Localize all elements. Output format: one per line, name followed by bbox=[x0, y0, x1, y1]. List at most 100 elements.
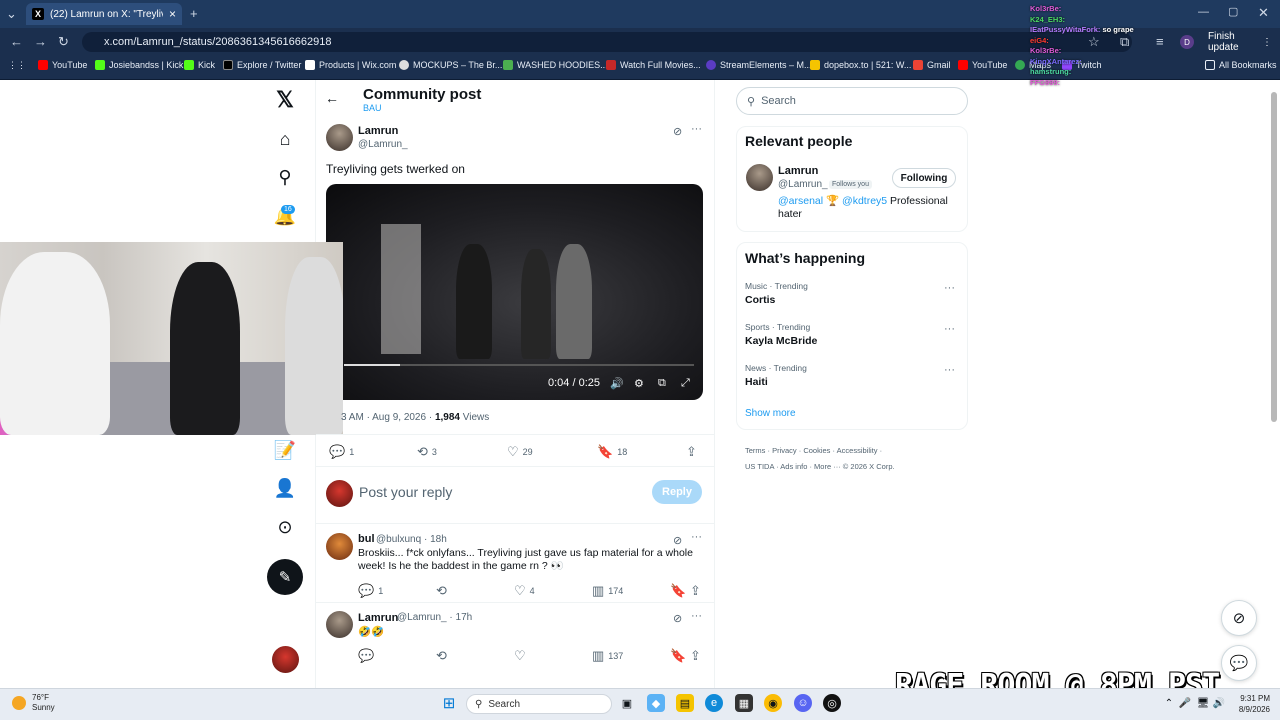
maximize-icon[interactable]: ▢ bbox=[1228, 5, 1238, 18]
back-icon[interactable]: ← bbox=[10, 34, 23, 49]
bookmark-item[interactable]: Explore / Twitter bbox=[223, 60, 301, 70]
taskbar-search[interactable]: ⚲ Search bbox=[466, 694, 612, 714]
bookmark-action[interactable]: 🔖 18 bbox=[597, 444, 627, 460]
reply-author-name[interactable]: Lamrun bbox=[358, 612, 398, 624]
file-explorer-icon[interactable]: ▤ bbox=[676, 694, 694, 712]
like-action[interactable]: ♡ bbox=[514, 648, 526, 664]
bookmark-item[interactable]: YouTube bbox=[958, 60, 1007, 70]
share-action[interactable]: ⇪ bbox=[690, 648, 701, 664]
reply-action[interactable]: 💬 bbox=[358, 648, 374, 664]
x-home-logo-icon[interactable]: 𝕏 bbox=[273, 87, 297, 112]
person-name[interactable]: Lamrun bbox=[778, 165, 818, 177]
following-button[interactable]: Following bbox=[892, 168, 956, 188]
repost-action[interactable]: ⟲ bbox=[436, 583, 447, 599]
reply-input[interactable]: Post your reply bbox=[359, 484, 452, 500]
apps-grid-icon[interactable]: ⋮⋮ bbox=[8, 60, 26, 71]
fullscreen-icon[interactable]: ⤢ bbox=[681, 377, 690, 390]
post-more-icon[interactable]: ··· bbox=[691, 123, 702, 135]
bookmark-action[interactable]: 🔖 bbox=[670, 583, 686, 599]
pip-icon[interactable]: ⧉ bbox=[658, 377, 666, 390]
author-handle[interactable]: @Lamrun_ bbox=[358, 139, 408, 150]
reply-button[interactable]: Reply bbox=[652, 480, 702, 504]
grok-icon[interactable]: ⊘ bbox=[673, 125, 682, 138]
store-icon[interactable]: ▦ bbox=[735, 694, 753, 712]
community-name[interactable]: BAU bbox=[363, 103, 382, 113]
account-avatar[interactable] bbox=[272, 646, 299, 673]
close-tab-icon[interactable]: × bbox=[169, 7, 176, 21]
window-close-icon[interactable]: ✕ bbox=[1258, 5, 1269, 21]
active-tab[interactable]: X (22) Lamrun on X: "Treyliving ge × bbox=[26, 3, 182, 25]
more-options-icon[interactable]: ⊙ bbox=[273, 515, 297, 539]
bookmark-item[interactable]: StreamElements – M... bbox=[706, 60, 812, 70]
author-name[interactable]: Lamrun bbox=[358, 125, 398, 137]
trend-name[interactable]: Cortis bbox=[745, 294, 775, 306]
explore-search-icon[interactable]: ⚲ bbox=[273, 165, 297, 189]
person-avatar[interactable] bbox=[746, 164, 773, 191]
trend-more-icon[interactable]: ··· bbox=[944, 364, 955, 376]
reply-more-icon[interactable]: ··· bbox=[691, 610, 702, 622]
volume-icon[interactable]: 🔊 bbox=[610, 377, 624, 390]
settings-gear-icon[interactable]: ⚙ bbox=[634, 377, 644, 390]
person-handle[interactable]: @Lamrun_ bbox=[778, 179, 828, 190]
taskbar-clock[interactable]: 9:31 PM 8/9/2026 bbox=[1228, 693, 1270, 715]
bookmark-item[interactable]: YouTube bbox=[38, 60, 87, 70]
obs-icon[interactable]: ◎ bbox=[823, 694, 841, 712]
bookmark-item[interactable]: WASHED HOODIES... bbox=[503, 60, 608, 70]
new-tab-icon[interactable]: + bbox=[190, 6, 198, 21]
bookmark-item[interactable]: Josiebandss | Kick bbox=[95, 60, 183, 70]
search-input[interactable]: ⚲ Search bbox=[736, 87, 968, 115]
forward-icon[interactable]: → bbox=[34, 34, 47, 49]
lists-icon[interactable]: 📝 bbox=[273, 438, 297, 462]
menu-dots-icon[interactable]: ⋮ bbox=[1262, 37, 1272, 48]
all-bookmarks[interactable]: All Bookmarks bbox=[1205, 60, 1277, 70]
grok-icon[interactable]: ⊘ bbox=[673, 612, 682, 625]
grok-icon[interactable]: ⊘ bbox=[673, 534, 682, 547]
home-icon[interactable]: ⌂ bbox=[273, 127, 297, 151]
repost-action[interactable]: ⟲ 3 bbox=[417, 444, 437, 460]
page-scrollbar[interactable] bbox=[1271, 92, 1277, 422]
back-arrow-icon[interactable]: ← bbox=[325, 90, 339, 106]
compose-post-button[interactable]: ✎ bbox=[267, 559, 303, 595]
edge-icon[interactable]: e bbox=[705, 694, 723, 712]
share-action[interactable]: ⇪ bbox=[690, 583, 701, 599]
reply-author-handle[interactable]: @bulxunq · 18h bbox=[376, 534, 447, 545]
messages-float-button[interactable]: 💬 bbox=[1221, 645, 1257, 681]
weather-widget[interactable]: 76°F Sunny bbox=[12, 693, 55, 713]
speaker-icon[interactable]: 🔊 bbox=[1210, 694, 1228, 712]
show-more-link[interactable]: Show more bbox=[745, 408, 796, 419]
url-bar[interactable]: x.com/Lamrun_/status/2086361345616662918 bbox=[82, 32, 1132, 52]
repost-action[interactable]: ⟲ bbox=[436, 648, 447, 664]
bookmark-item[interactable]: Watch Full Movies... bbox=[606, 60, 701, 70]
bookmark-item[interactable]: dopebox.to | 521: W... bbox=[810, 60, 911, 70]
bio-link[interactable]: @arsenal bbox=[778, 195, 823, 207]
trend-more-icon[interactable]: ··· bbox=[944, 323, 955, 335]
reply-avatar[interactable] bbox=[326, 611, 353, 638]
video-player[interactable]: 0:04 / 0:25 🔊 ⚙ ⧉ ⤢ bbox=[326, 184, 703, 400]
trend-name[interactable]: Haiti bbox=[745, 376, 768, 388]
views-action[interactable]: ▥ 174 bbox=[592, 583, 623, 599]
trend-name[interactable]: Kayla McBride bbox=[745, 335, 817, 347]
post-timestamp[interactable]: 3 AM · Aug 9, 2026 · bbox=[341, 412, 435, 423]
grok-float-button[interactable]: ⊘ bbox=[1221, 600, 1257, 636]
microphone-icon[interactable]: 🎤 bbox=[1176, 694, 1194, 712]
reply-author-name[interactable]: bul bbox=[358, 533, 375, 545]
copilot-icon[interactable]: ◆ bbox=[647, 694, 665, 712]
chrome-icon[interactable]: ◉ bbox=[764, 694, 782, 712]
profile-icon[interactable]: 👤 bbox=[273, 476, 297, 500]
trend-more-icon[interactable]: ··· bbox=[944, 282, 955, 294]
task-view-icon[interactable]: ▣ bbox=[618, 694, 636, 712]
author-avatar[interactable] bbox=[326, 124, 353, 151]
reply-more-icon[interactable]: ··· bbox=[691, 531, 702, 543]
video-progress-bar[interactable] bbox=[344, 364, 694, 366]
views-action[interactable]: ▥ 137 bbox=[592, 648, 623, 664]
reload-icon[interactable]: ↻ bbox=[58, 34, 69, 50]
finish-update-button[interactable]: Finish update ⋮ bbox=[1200, 31, 1280, 53]
bookmark-action[interactable]: 🔖 bbox=[670, 648, 686, 664]
bookmark-item[interactable]: Products | Wix.com bbox=[305, 60, 396, 70]
windows-start-icon[interactable]: ⊞ bbox=[440, 694, 458, 712]
like-action[interactable]: ♡ 29 bbox=[507, 444, 533, 460]
like-action[interactable]: ♡ 4 bbox=[514, 583, 535, 599]
reply-author-handle[interactable]: @Lamrun_ · 17h bbox=[397, 612, 472, 623]
footer-links[interactable]: Terms · Privacy · Cookies · Accessibilit… bbox=[745, 446, 882, 455]
discord-icon[interactable]: ☺ bbox=[794, 694, 812, 712]
